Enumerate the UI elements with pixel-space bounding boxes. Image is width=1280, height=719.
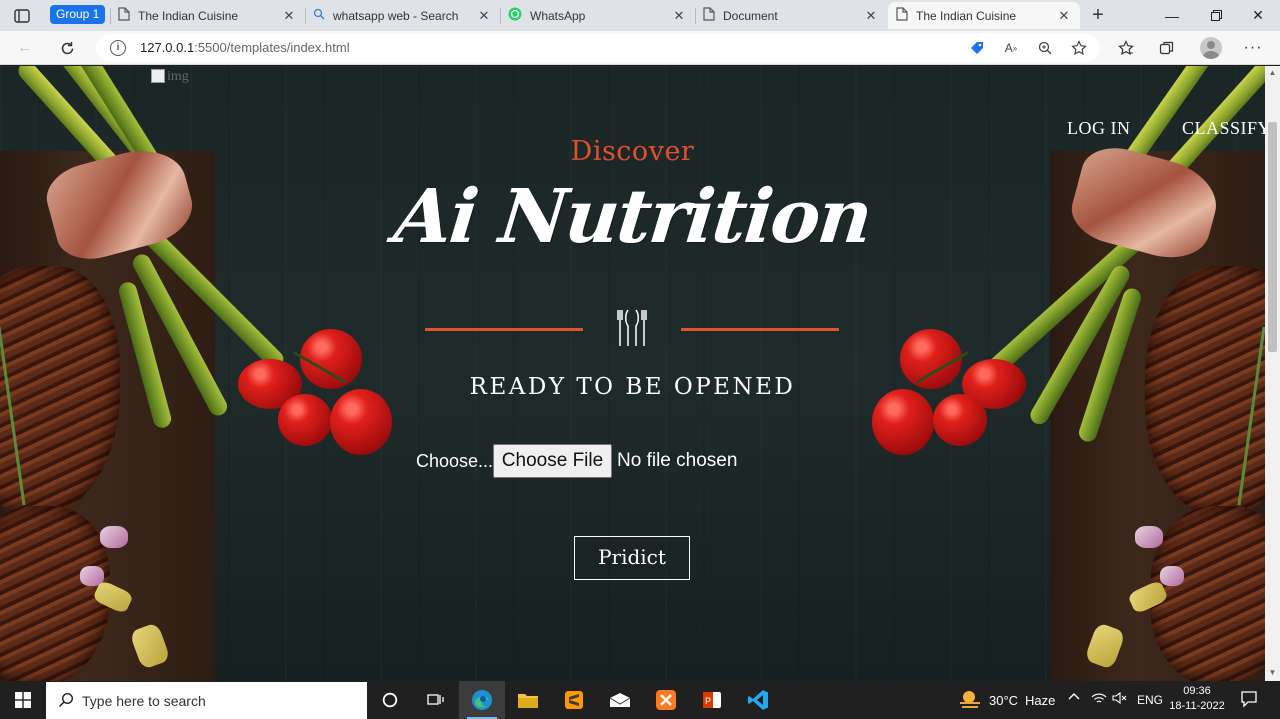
tab-title: whatsapp web - Search [333, 8, 459, 23]
file-explorer-icon[interactable] [505, 681, 551, 719]
hero-title: Ai Nutrition [390, 174, 875, 260]
weather-temperature[interactable]: 30°C [989, 693, 1018, 708]
tab-title: The Indian Cuisine [916, 8, 1017, 23]
tab-group-chip[interactable]: Group 1 [50, 5, 106, 24]
wifi-icon[interactable] [1091, 691, 1107, 708]
close-icon[interactable]: ✕ [281, 8, 297, 24]
system-clock[interactable]: 09:36 18-11-2022 [1167, 684, 1227, 714]
browser-tab-strip: Group 1 The Indian Cuisine ✕ whatsapp we… [0, 0, 1280, 31]
sublime-text-icon[interactable] [551, 681, 597, 719]
windows-taskbar: Type here to search P 30°C Haze ENG 09:3… [0, 681, 1280, 719]
close-icon[interactable]: ✕ [476, 8, 492, 24]
site-info-icon[interactable]: i [110, 40, 126, 56]
url-text[interactable]: 127.0.0.1:5500/templates/index.html [140, 40, 350, 55]
more-options-icon[interactable]: ··· [1242, 37, 1264, 59]
tab-document[interactable]: Document ✕ [695, 2, 887, 29]
hero-eyebrow: Discover [570, 136, 695, 167]
cortana-icon[interactable] [367, 681, 413, 719]
chevron-up-icon[interactable] [1068, 691, 1080, 706]
broken-image-icon [151, 69, 165, 83]
vscode-icon[interactable] [735, 681, 781, 719]
volume-muted-icon[interactable] [1112, 691, 1128, 708]
cutlery-icon [614, 306, 650, 350]
close-icon[interactable]: ✕ [863, 8, 879, 24]
tab-actions-icon[interactable] [8, 6, 36, 26]
file-input-label: Choose... [416, 451, 494, 471]
tab-the-indian-cuisine-1[interactable]: The Indian Cuisine ✕ [110, 2, 305, 29]
predict-button[interactable]: Pridict [574, 536, 690, 580]
search-icon [58, 692, 74, 708]
page-icon [703, 7, 715, 24]
browser-toolbar: ← i 127.0.0.1:5500/templates/index.html … [0, 31, 1280, 65]
office-app-icon[interactable]: P [689, 681, 735, 719]
weather-haze-icon[interactable] [958, 688, 982, 713]
tab-whatsapp-web-search[interactable]: whatsapp web - Search ✕ [305, 2, 500, 29]
svg-text:P: P [705, 696, 711, 706]
tab-title: Document [723, 8, 778, 23]
close-icon[interactable]: ✕ [671, 8, 687, 24]
windows-start-icon[interactable] [0, 681, 46, 719]
close-icon[interactable]: ✕ [1056, 8, 1072, 24]
read-aloud-icon[interactable]: A» [1002, 39, 1020, 57]
refresh-icon[interactable] [54, 36, 80, 60]
page-viewport: img LOG IN CLASSIFY Discover Ai Nutritio… [0, 66, 1265, 681]
clock-time: 09:36 [1183, 685, 1211, 697]
profile-avatar[interactable] [1200, 37, 1222, 59]
file-status-text: No file chosen [617, 450, 738, 471]
close-window-button[interactable]: ✕ [1236, 0, 1280, 31]
tab-whatsapp[interactable]: WhatsApp ✕ [500, 2, 695, 29]
tab-the-indian-cuisine-active[interactable]: The Indian Cuisine ✕ [888, 2, 1080, 29]
hero-subtitle: READY TO BE OPENED [469, 374, 796, 400]
weather-description[interactable]: Haze [1025, 693, 1055, 708]
page-icon [896, 7, 908, 24]
restore-button[interactable] [1194, 0, 1238, 31]
minimize-button[interactable]: — [1150, 0, 1194, 31]
whatsapp-icon [508, 7, 522, 24]
tab-title: The Indian Cuisine [138, 8, 239, 23]
language-indicator[interactable]: ENG [1137, 693, 1163, 707]
search-icon [313, 8, 325, 23]
address-bar[interactable]: i 127.0.0.1:5500/templates/index.html A» [96, 34, 1100, 62]
scroll-up-arrow-icon[interactable]: ▲ [1268, 68, 1277, 77]
back-arrow-icon[interactable]: ← [12, 36, 38, 60]
divider-right [681, 328, 839, 331]
scroll-down-arrow-icon[interactable]: ▼ [1268, 668, 1277, 677]
xampp-icon[interactable] [643, 681, 689, 719]
page-icon [118, 7, 130, 24]
task-view-icon[interactable] [413, 681, 459, 719]
page-scrollbar[interactable]: ▲ ▼ [1265, 66, 1280, 681]
mail-icon[interactable] [597, 681, 643, 719]
new-tab-button[interactable]: + [1086, 3, 1110, 27]
shopping-tag-icon[interactable] [968, 39, 986, 57]
favorites-icon[interactable] [1115, 37, 1137, 59]
scrollbar-thumb[interactable] [1268, 122, 1277, 352]
edge-browser-icon[interactable] [459, 681, 505, 719]
divider-left [425, 328, 583, 331]
choose-file-button[interactable]: Choose File [493, 444, 612, 478]
taskbar-search-box[interactable]: Type here to search [46, 682, 367, 719]
add-favorite-icon[interactable] [1070, 39, 1088, 57]
collections-icon[interactable] [1156, 37, 1178, 59]
notification-icon[interactable] [1240, 690, 1258, 711]
tab-title: WhatsApp [530, 8, 586, 23]
search-placeholder: Type here to search [82, 693, 206, 709]
logo-image-broken: img [151, 69, 211, 93]
clock-date: 18-11-2022 [1169, 700, 1225, 712]
zoom-icon[interactable] [1036, 39, 1054, 57]
